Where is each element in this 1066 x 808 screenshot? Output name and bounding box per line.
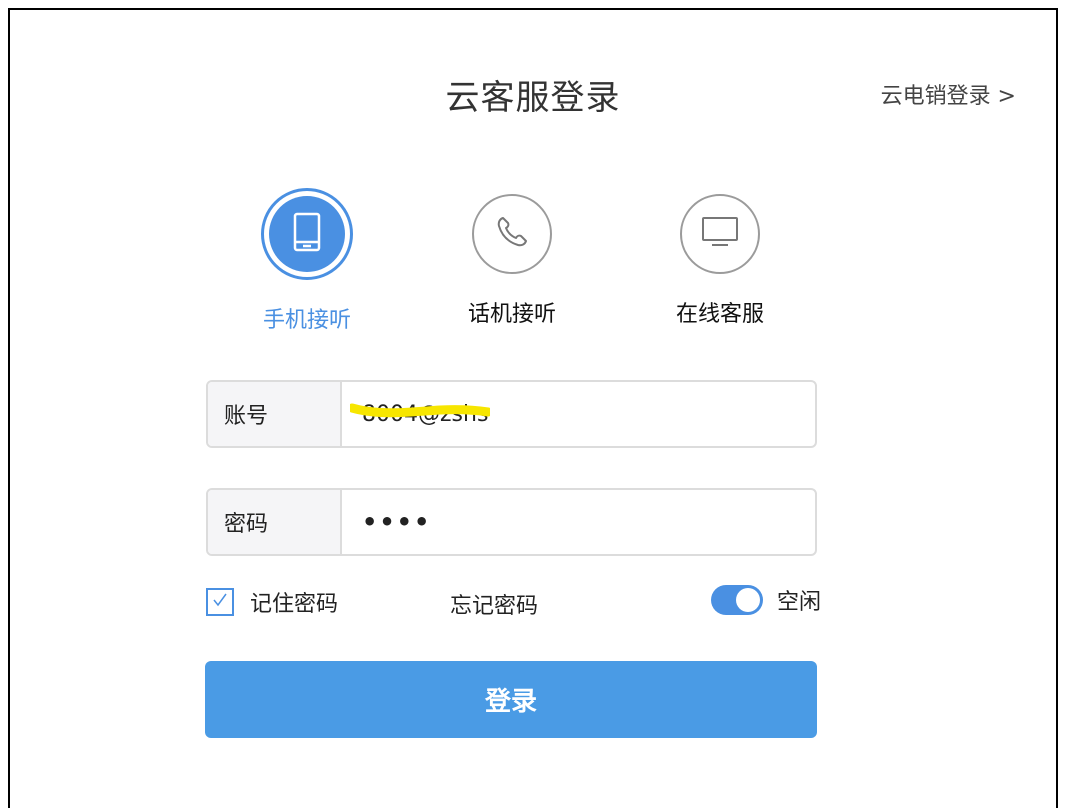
alt-login-link[interactable]: 云电销登录 > xyxy=(881,78,1016,110)
account-input[interactable] xyxy=(342,382,815,446)
mode-online-service-label: 在线客服 xyxy=(675,302,764,327)
mode-online-service[interactable]: 在线客服 xyxy=(630,188,810,328)
password-field: 密码 xyxy=(206,488,817,556)
remember-label: 记住密码 xyxy=(250,592,339,617)
forgot-password-link[interactable]: 忘记密码 xyxy=(450,588,538,620)
status-control: 空闲 xyxy=(711,584,821,616)
mode-mobile-circle xyxy=(261,188,353,280)
mobile-phone-icon xyxy=(293,212,321,256)
checkmark-icon xyxy=(211,591,229,613)
mode-mobile-label: 手机接听 xyxy=(262,308,351,333)
remember-checkbox[interactable] xyxy=(206,588,234,616)
mode-desk-phone-circle xyxy=(472,194,552,274)
account-label: 账号 xyxy=(208,382,342,446)
login-button[interactable]: 登录 xyxy=(205,661,817,738)
mode-desk-phone[interactable]: 话机接听 xyxy=(422,188,602,328)
monitor-icon xyxy=(700,215,740,253)
mode-online-service-circle xyxy=(680,194,760,274)
options-row: 记住密码 忘记密码 空闲 xyxy=(206,584,826,624)
password-input[interactable] xyxy=(342,490,815,554)
status-label: 空闲 xyxy=(777,590,822,615)
account-field: 账号 xyxy=(206,380,817,448)
telephone-handset-icon xyxy=(494,214,530,254)
status-toggle[interactable] xyxy=(711,585,763,615)
toggle-knob xyxy=(736,588,760,612)
mode-mobile[interactable]: 手机接听 xyxy=(217,188,397,334)
remember-password[interactable]: 记住密码 xyxy=(206,586,338,618)
password-label: 密码 xyxy=(208,490,342,554)
mode-desk-phone-label: 话机接听 xyxy=(467,302,556,327)
